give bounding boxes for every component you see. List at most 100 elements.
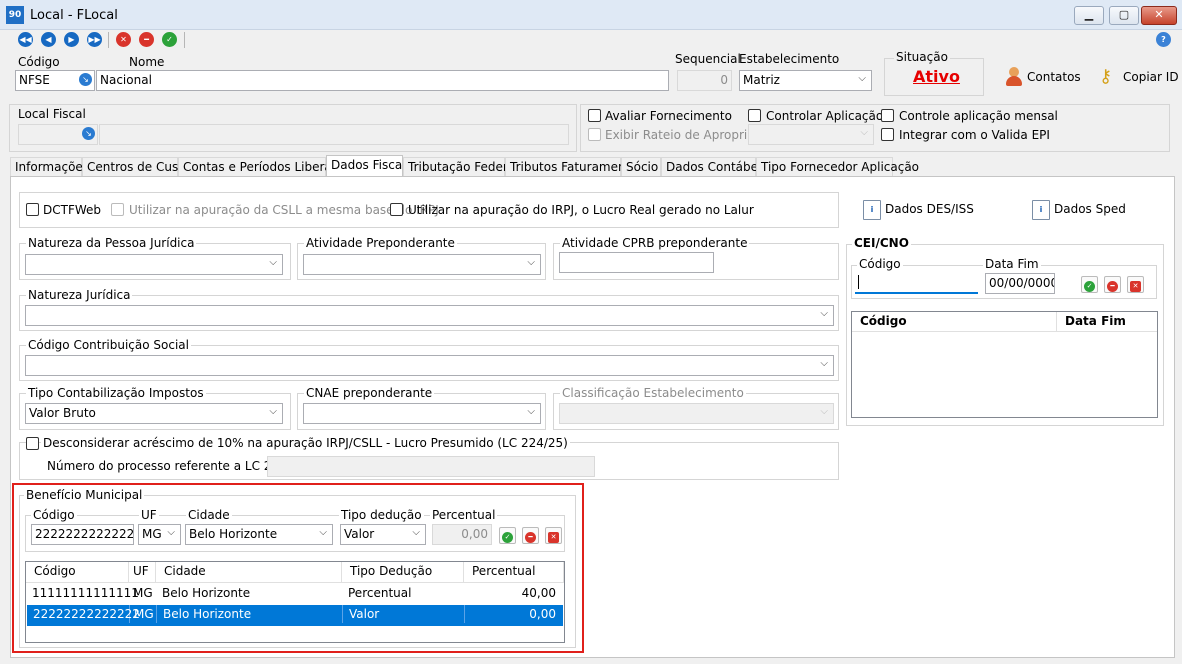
cell-tipo-deducao: Percentual (348, 586, 412, 600)
beneficio-uf-label: UF (139, 508, 159, 522)
natureza-pj-select[interactable]: ⌵ (25, 254, 283, 275)
cell-codigo: 11111111111111 (32, 586, 139, 600)
cei-data-fim-input[interactable]: 00/00/0000 (985, 273, 1055, 294)
local-fiscal-label: Local Fiscal (18, 107, 86, 121)
beneficio-delete-icon[interactable]: ✕ (545, 527, 562, 544)
cei-delete-icon[interactable]: ✕ (1127, 276, 1144, 293)
help-icon[interactable]: ? (1156, 32, 1171, 47)
close-button[interactable]: ✕ (1141, 6, 1177, 25)
document-info-icon[interactable]: i (863, 200, 881, 220)
irpj-checkbox[interactable] (390, 203, 403, 216)
contacts-icon[interactable] (1004, 67, 1024, 87)
minimize-button[interactable]: ▁ (1074, 6, 1104, 25)
beneficio-tipo-select[interactable]: Valor ⌵ (340, 524, 426, 545)
beneficio-title: Benefício Municipal (24, 488, 145, 502)
document-info-icon[interactable]: i (1032, 200, 1050, 220)
nome-label: Nome (129, 55, 165, 69)
first-record-icon[interactable]: ◀◀ (18, 32, 33, 47)
cell-cidade: Belo Horizonte (162, 586, 251, 600)
beneficio-confirm-icon[interactable]: ✓ (499, 527, 516, 544)
table-header-cidade[interactable]: Cidade (156, 562, 342, 583)
table-header-uf[interactable]: UF (129, 562, 156, 583)
controle-mensal-label: Controle aplicação mensal (899, 109, 1058, 123)
beneficio-codigo-input[interactable]: 22222222222222 (31, 524, 134, 545)
local-fiscal-name-input (99, 124, 569, 145)
table-row[interactable]: 11111111111111 MG Belo Horizonte Percent… (26, 584, 564, 605)
cei-header-codigo[interactable]: Código (852, 312, 1057, 332)
cei-title: CEI/CNO (852, 236, 911, 250)
tab-tributos-faturamento[interactable]: Tributos Faturamento (505, 157, 638, 177)
avaliar-checkbox[interactable] (588, 109, 601, 122)
lookup-icon[interactable]: ↘ (82, 127, 95, 140)
cprb-label: Atividade CPRB preponderante (560, 236, 750, 250)
cei-data-fim-label: Data Fim (983, 257, 1041, 271)
delete-icon[interactable]: ━ (139, 32, 154, 47)
contribuicao-select[interactable]: ⌵ (25, 355, 834, 376)
cei-confirm-icon[interactable]: ✓ (1081, 276, 1098, 293)
key-icon[interactable]: ⚷ (1099, 66, 1112, 87)
toolbar-separator (184, 32, 185, 48)
contribuicao-label: Código Contribuição Social (26, 338, 191, 352)
controlar-checkbox[interactable] (748, 109, 761, 122)
integrar-checkbox[interactable] (881, 128, 894, 141)
integrar-label: Integrar com o Valida EPI (899, 128, 1050, 142)
tab-dados-contabeis[interactable]: Dados Contábeis (661, 157, 768, 177)
beneficio-remove-icon[interactable]: ━ (522, 527, 539, 544)
atividade-select[interactable]: ⌵ (303, 254, 541, 275)
exibir-rateio-checkbox (588, 128, 601, 141)
copiar-id-button[interactable]: Copiar ID (1123, 70, 1179, 84)
window-title: Local - FLocal (30, 8, 118, 23)
dados-des-button[interactable]: Dados DES/ISS (885, 202, 974, 216)
cei-codigo-input[interactable] (855, 273, 978, 294)
sequencial-label: Sequencial (675, 52, 741, 66)
lookup-icon[interactable]: ↘ (79, 73, 92, 86)
cei-table: Código Data Fim (851, 311, 1158, 418)
table-row-selected[interactable]: 22222222222222 MG Belo Horizonte Valor 0… (27, 605, 563, 626)
cancel-icon[interactable]: ✕ (116, 32, 131, 47)
cell-uf: MG (130, 605, 157, 623)
tab-socio[interactable]: Sócio (621, 157, 661, 177)
tipo-contab-select[interactable]: Valor Bruto ⌵ (25, 403, 283, 424)
table-header-percentual[interactable]: Percentual (464, 562, 564, 583)
table-header-tipo-deducao[interactable]: Tipo Dedução (342, 562, 464, 583)
previous-record-icon[interactable]: ◀ (41, 32, 56, 47)
beneficio-cidade-select[interactable]: Belo Horizonte ⌵ (185, 524, 333, 545)
confirm-icon[interactable]: ✓ (162, 32, 177, 47)
table-header-codigo[interactable]: Código (26, 562, 129, 583)
dados-sped-button[interactable]: Dados Sped (1054, 202, 1126, 216)
beneficio-cidade-label: Cidade (186, 508, 232, 522)
tab-contas-periodos[interactable]: Contas e Períodos Liberados (178, 157, 353, 177)
tipo-contab-label: Tipo Contabilização Impostos (26, 386, 206, 400)
avaliar-label: Avaliar Fornecimento (605, 109, 732, 123)
cell-uf: MG (133, 586, 153, 600)
nome-input[interactable]: Nacional (96, 70, 669, 91)
beneficio-percentual-input: 0,00 (432, 524, 492, 545)
tab-informacoes[interactable]: Informações (10, 157, 89, 177)
natureza-juridica-select[interactable]: ⌵ (25, 305, 834, 326)
next-record-icon[interactable]: ▶ (64, 32, 79, 47)
tab-dados-fiscais[interactable]: Dados Fiscais (326, 155, 412, 177)
cei-header-data-fim[interactable]: Data Fim (1057, 312, 1157, 332)
cell-percentual: 0,00 (529, 607, 556, 621)
beneficio-uf-select[interactable]: MG ⌵ (138, 524, 181, 545)
estabelecimento-select[interactable]: Matriz ⌵ (739, 70, 872, 91)
tab-tipo-fornecedor[interactable]: Tipo Fornecedor Aplicação (756, 157, 919, 177)
numero-processo-input (267, 456, 595, 477)
beneficio-tipo-label: Tipo dedução (339, 508, 424, 522)
contatos-button[interactable]: Contatos (1027, 70, 1081, 84)
app-logo-icon: 90 (6, 6, 24, 24)
cnae-label: CNAE preponderante (304, 386, 435, 400)
desconsiderar-checkbox[interactable] (26, 437, 39, 450)
toolbar-separator (108, 32, 109, 48)
cprb-input[interactable] (559, 252, 714, 273)
dctfweb-checkbox[interactable] (26, 203, 39, 216)
cei-remove-icon[interactable]: ━ (1104, 276, 1121, 293)
maximize-button[interactable]: ▢ (1109, 6, 1139, 25)
sequencial-input: 0 (677, 70, 732, 91)
cnae-select[interactable]: ⌵ (303, 403, 541, 424)
tab-centros-de-custo[interactable]: Centros de Custo (82, 157, 190, 177)
controle-mensal-checkbox[interactable] (881, 109, 894, 122)
tab-tributacao-federal[interactable]: Tributação Federal (403, 157, 518, 177)
last-record-icon[interactable]: ▶▶ (87, 32, 102, 47)
rateio-select: ⌵ (748, 124, 874, 145)
